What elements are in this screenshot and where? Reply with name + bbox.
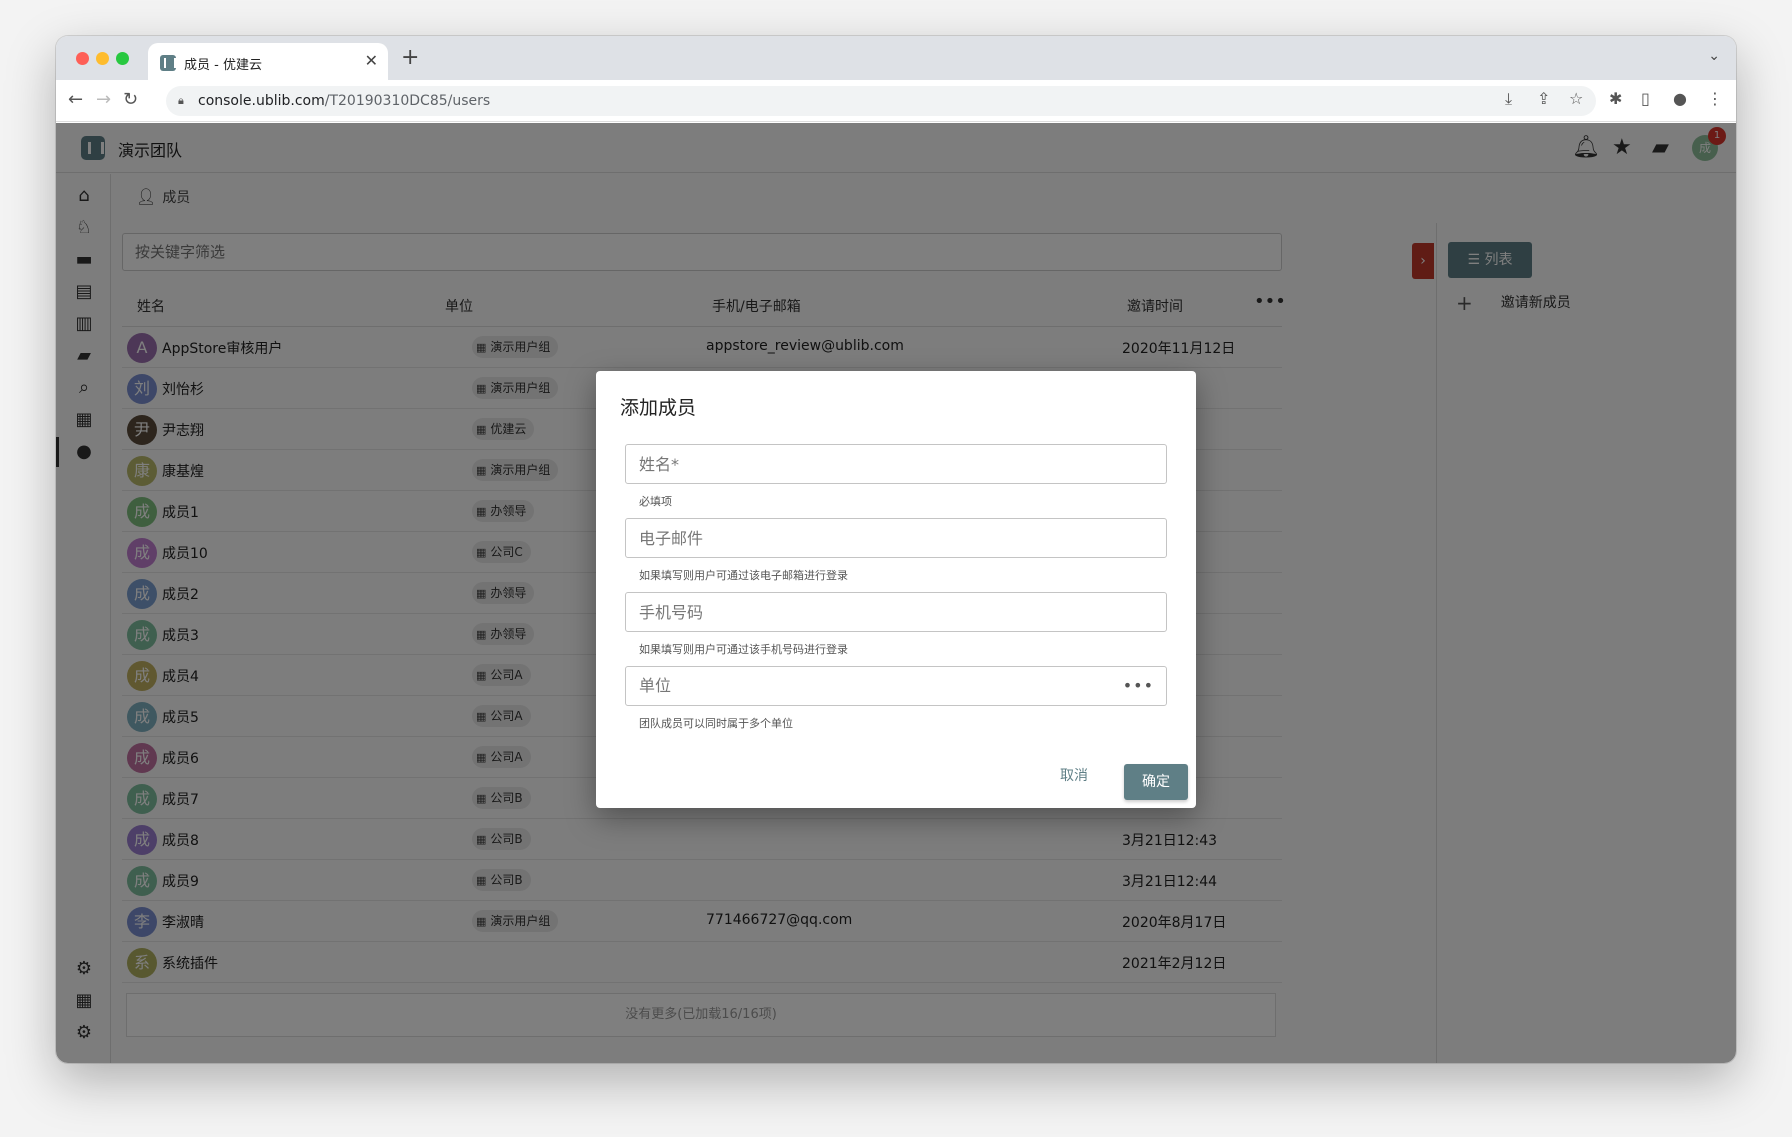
address-bar[interactable]: 🔒︎ console.ublib.com/T20190310DC85/users [166,86,1596,116]
unit-placeholder: 单位 [639,676,672,695]
back-icon[interactable]: ← [68,89,83,110]
tab-bar: 成员 - 优建云 ✕ + ⌄ [56,36,1736,80]
phone-field[interactable] [625,592,1167,632]
maximize-window-button[interactable] [116,52,129,65]
add-member-dialog: 添加成员 必填项 如果填写则用户可通过该电子邮箱进行登录 如果填写则用户可通过该… [596,371,1196,808]
install-icon[interactable]: ⤓ [1505,89,1512,109]
name-field[interactable] [625,444,1167,484]
browser-menu-icon[interactable]: ⋮ [1707,89,1723,108]
lock-icon: 🔒︎ [178,94,184,107]
confirm-button[interactable]: 确定 [1124,764,1188,800]
tab-title: 成员 - 优建云 [184,58,262,73]
favicon-icon [160,55,176,71]
phone-help: 如果填写则用户可通过该手机号码进行登录 [639,643,848,656]
tab-close-icon[interactable]: ✕ [365,51,378,70]
browser-toolbar: ← → ↻ 🔒︎ console.ublib.com/T20190310DC85… [56,80,1736,122]
bookmark-star-icon[interactable]: ☆ [1569,89,1583,108]
extensions-icon[interactable]: ✱ [1609,89,1622,108]
cancel-button[interactable]: 取消 [1060,765,1088,785]
email-help: 如果填写则用户可通过该电子邮箱进行登录 [639,569,848,582]
browser-window: 成员 - 优建云 ✕ + ⌄ ← → ↻ 🔒︎ console.ublib.co… [56,36,1736,1063]
url-path: /T20190310DC85/users [324,93,491,109]
side-panel-icon[interactable]: ▯ [1641,89,1650,108]
unit-help: 团队成员可以同时属于多个单位 [639,717,793,730]
tab-search-chevron-icon[interactable]: ⌄ [1708,48,1720,64]
new-tab-icon[interactable]: + [401,45,419,70]
close-window-button[interactable] [76,52,89,65]
minimize-window-button[interactable] [96,52,109,65]
browser-tab[interactable]: 成员 - 优建云 ✕ [148,43,388,80]
profile-icon[interactable]: ● [1673,89,1687,108]
url-host: console.ublib.com [198,93,325,109]
reload-icon[interactable]: ↻ [123,89,138,110]
unit-selector[interactable]: 单位 ••• [625,666,1167,706]
share-icon[interactable]: ⇪ [1537,89,1550,108]
email-field[interactable] [625,518,1167,558]
dialog-title: 添加成员 [620,397,697,419]
forward-icon[interactable]: → [96,89,111,110]
more-options-icon[interactable]: ••• [1123,667,1154,705]
url-text: console.ublib.com/T20190310DC85/users [198,93,490,109]
name-help: 必填项 [639,495,672,508]
